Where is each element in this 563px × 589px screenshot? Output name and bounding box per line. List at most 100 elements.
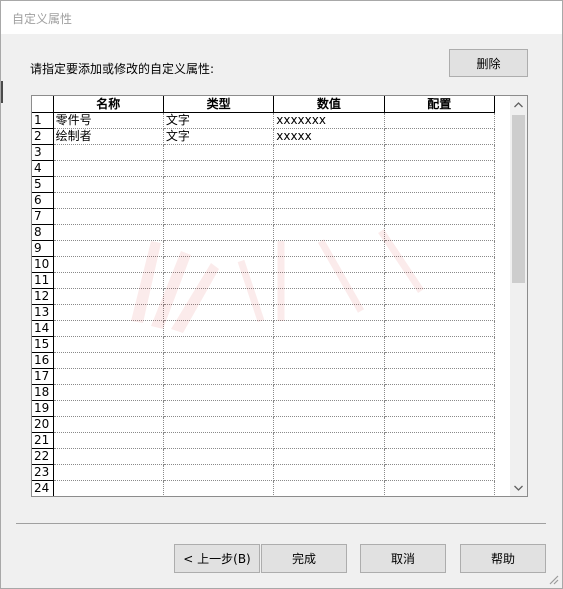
cell-type[interactable] xyxy=(163,208,275,225)
cell-config[interactable] xyxy=(384,400,496,417)
table-row[interactable]: 21 xyxy=(32,432,496,449)
column-header-type[interactable]: 类型 xyxy=(163,96,275,113)
cell-type[interactable] xyxy=(163,384,275,401)
cell-config[interactable] xyxy=(384,128,496,145)
cell-config[interactable] xyxy=(384,272,496,289)
cell-type[interactable] xyxy=(163,272,275,289)
table-row[interactable]: 1 零件号 文字 xxxxxxx xyxy=(32,112,496,129)
cell-name[interactable] xyxy=(53,176,164,193)
cell-config[interactable] xyxy=(384,240,496,257)
cell-type[interactable] xyxy=(163,240,275,257)
cell-config[interactable] xyxy=(384,208,496,225)
cell-config[interactable] xyxy=(384,336,496,353)
cell-name[interactable] xyxy=(53,272,164,289)
table-row[interactable]: 2 绘制者 文字 xxxxx xyxy=(32,128,496,145)
cell-config[interactable] xyxy=(384,384,496,401)
cell-value[interactable] xyxy=(273,304,385,321)
cell-config[interactable] xyxy=(384,480,496,496)
table-row[interactable]: 9 xyxy=(32,240,496,257)
cell-name[interactable] xyxy=(53,336,164,353)
cell-value[interactable] xyxy=(273,368,385,385)
scrollbar-thumb[interactable] xyxy=(512,115,525,283)
cell-config[interactable] xyxy=(384,224,496,241)
cell-value[interactable] xyxy=(273,400,385,417)
cell-value[interactable] xyxy=(273,384,385,401)
cell-config[interactable] xyxy=(384,368,496,385)
cell-type[interactable] xyxy=(163,464,275,481)
table-row[interactable]: 20 xyxy=(32,416,496,433)
cell-type[interactable] xyxy=(163,288,275,305)
back-button[interactable]: < 上一步(B) xyxy=(174,544,260,573)
cell-name[interactable] xyxy=(53,288,164,305)
cell-config[interactable] xyxy=(384,160,496,177)
cell-value[interactable] xyxy=(273,176,385,193)
cell-config[interactable] xyxy=(384,464,496,481)
table-row[interactable]: 17 xyxy=(32,368,496,385)
delete-button[interactable]: 删除 xyxy=(449,49,528,77)
table-row[interactable]: 18 xyxy=(32,384,496,401)
cell-config[interactable] xyxy=(384,448,496,465)
cell-name[interactable] xyxy=(53,448,164,465)
cell-name[interactable]: 绘制者 xyxy=(53,128,164,145)
cell-config[interactable] xyxy=(384,288,496,305)
cell-config[interactable] xyxy=(384,112,496,129)
cell-name[interactable] xyxy=(53,352,164,369)
table-row[interactable]: 19 xyxy=(32,400,496,417)
cell-type[interactable] xyxy=(163,304,275,321)
cell-value[interactable] xyxy=(273,352,385,369)
table-row[interactable]: 24 xyxy=(32,480,496,496)
cell-value[interactable]: xxxxxxx xyxy=(273,112,385,129)
cell-name[interactable] xyxy=(53,416,164,433)
cell-value[interactable] xyxy=(273,208,385,225)
cell-config[interactable] xyxy=(384,416,496,433)
cell-config[interactable] xyxy=(384,432,496,449)
table-row[interactable]: 5 xyxy=(32,176,496,193)
cell-name[interactable] xyxy=(53,160,164,177)
cell-value[interactable] xyxy=(273,240,385,257)
cell-config[interactable] xyxy=(384,304,496,321)
cell-config[interactable] xyxy=(384,176,496,193)
cell-type[interactable] xyxy=(163,160,275,177)
table-row[interactable]: 13 xyxy=(32,304,496,321)
cancel-button[interactable]: 取消 xyxy=(360,544,446,573)
help-button[interactable]: 帮助 xyxy=(460,544,546,573)
table-row[interactable]: 3 xyxy=(32,144,496,161)
cell-type[interactable] xyxy=(163,448,275,465)
table-row[interactable]: 16 xyxy=(32,352,496,369)
cell-name[interactable] xyxy=(53,400,164,417)
cell-name[interactable] xyxy=(53,384,164,401)
cell-config[interactable] xyxy=(384,144,496,161)
finish-button[interactable]: 完成 xyxy=(261,544,347,573)
cell-value[interactable] xyxy=(273,224,385,241)
cell-name[interactable] xyxy=(53,224,164,241)
cell-type[interactable] xyxy=(163,144,275,161)
cell-name[interactable] xyxy=(53,208,164,225)
cell-type[interactable] xyxy=(163,416,275,433)
cell-type[interactable] xyxy=(163,192,275,209)
cell-value[interactable] xyxy=(273,336,385,353)
table-row[interactable]: 10 xyxy=(32,256,496,273)
cell-value[interactable] xyxy=(273,432,385,449)
cell-value[interactable] xyxy=(273,192,385,209)
vertical-scrollbar[interactable] xyxy=(510,96,527,496)
cell-value[interactable] xyxy=(273,256,385,273)
cell-name[interactable] xyxy=(53,304,164,321)
cell-name[interactable] xyxy=(53,144,164,161)
cell-config[interactable] xyxy=(384,256,496,273)
cell-type[interactable]: 文字 xyxy=(163,112,275,129)
cell-value[interactable] xyxy=(273,416,385,433)
table-row[interactable]: 8 xyxy=(32,224,496,241)
cell-type[interactable] xyxy=(163,256,275,273)
table-row[interactable]: 11 xyxy=(32,272,496,289)
cell-type[interactable] xyxy=(163,352,275,369)
cell-name[interactable] xyxy=(53,464,164,481)
cell-value[interactable] xyxy=(273,144,385,161)
cell-type[interactable] xyxy=(163,400,275,417)
cell-type[interactable] xyxy=(163,176,275,193)
column-header-value[interactable]: 数值 xyxy=(273,96,385,113)
table-row[interactable]: 15 xyxy=(32,336,496,353)
cell-type[interactable] xyxy=(163,336,275,353)
cell-type[interactable]: 文字 xyxy=(163,128,275,145)
cell-type[interactable] xyxy=(163,432,275,449)
table-row[interactable]: 14 xyxy=(32,320,496,337)
